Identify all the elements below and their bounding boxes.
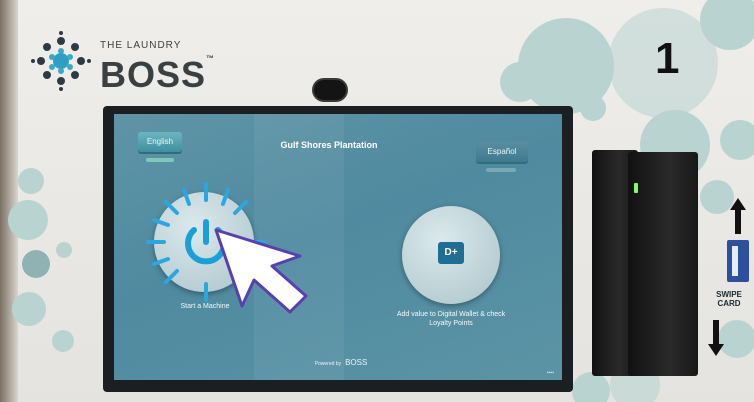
- screen-corner-text: ▪▪▪▪: [546, 370, 554, 376]
- logo-dots-icon: [31, 31, 91, 91]
- english-button[interactable]: English: [138, 132, 182, 152]
- wall-edge: [0, 0, 18, 402]
- english-selected-indicator: [146, 158, 174, 162]
- step-number: 1: [655, 34, 680, 83]
- espanol-button[interactable]: Español: [476, 142, 528, 162]
- logo-small-text: THE LAUNDRY: [100, 40, 182, 51]
- swipe-up-arrow-icon: [730, 198, 746, 234]
- decor-dot: [572, 372, 610, 402]
- kiosk-panel: THE LAUNDRY BOSS™ 1 English Gulf Shores …: [0, 0, 754, 402]
- screen-footer: Powered by BOSS: [314, 358, 368, 367]
- decor-dot: [52, 330, 74, 352]
- decor-dot: [12, 292, 46, 326]
- swipe-card-label: SWIPE CARD: [716, 290, 742, 308]
- decor-dot: [18, 168, 44, 194]
- camera-lens: [314, 80, 346, 100]
- wallet-icon: D+: [438, 242, 464, 264]
- pointer-arrow-icon: [214, 228, 308, 314]
- decor-dot: [8, 200, 48, 240]
- wallet-caption: Add value to Digital Wallet & check Loyal…: [396, 311, 506, 327]
- espanol-underline: [486, 168, 516, 172]
- decor-dot: [56, 242, 72, 258]
- decor-dot: [580, 95, 606, 121]
- card-icon: [727, 240, 749, 282]
- decor-dot: [500, 62, 540, 102]
- laundry-boss-logo: THE LAUNDRY BOSS™: [30, 30, 220, 96]
- swipe-down-arrow-icon: [708, 320, 724, 356]
- decor-dot: [720, 120, 754, 160]
- venue-title: Gulf Shores Plantation: [280, 140, 378, 150]
- decor-dot: [22, 250, 50, 278]
- reader-led: [634, 183, 638, 193]
- card-reader-back: [628, 152, 698, 376]
- logo-big-text: BOSS™: [100, 54, 216, 95]
